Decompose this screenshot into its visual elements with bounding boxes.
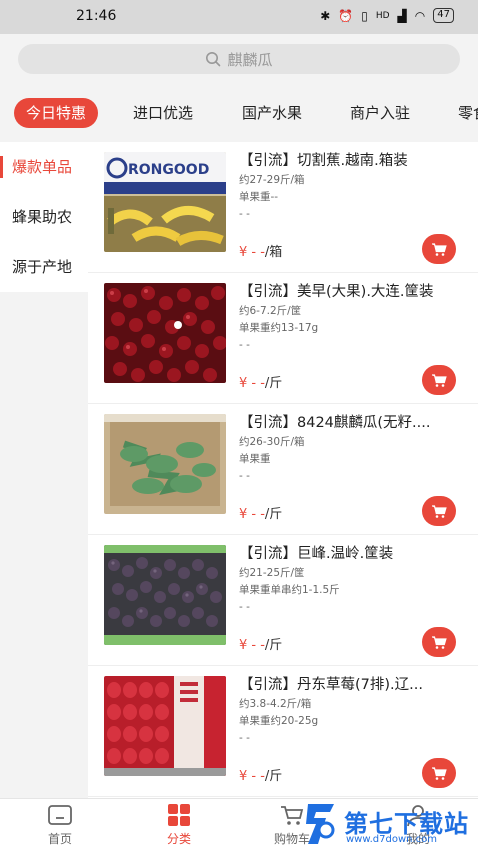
- cart-icon: [432, 504, 447, 518]
- product-spec: 约26-30斤/箱: [239, 436, 305, 448]
- product-weight: 单果重--: [239, 191, 279, 203]
- product-spec: 约6-7.2斤/筐: [239, 305, 302, 317]
- signal-label: HD: [375, 10, 390, 21]
- watermark: 第七下载站 www.d7down.com: [294, 800, 472, 850]
- cart-icon: [432, 635, 447, 649]
- tab-snacks[interactable]: 零食: [458, 98, 478, 128]
- category-tabs: 今日特惠 进口优选 国产水果 商户入驻 零食: [0, 84, 478, 142]
- product-card[interactable]: 【引流】巨峰.温岭.筐装 约21-25斤/筐 单果重单串约1-1.5斤 - - …: [88, 535, 478, 666]
- wifi-icon: ◠: [414, 8, 426, 23]
- product-image: [104, 283, 226, 383]
- product-price: ¥ - -/斤: [239, 765, 282, 784]
- status-time: 21:46: [76, 8, 117, 24]
- add-to-cart-button[interactable]: [422, 365, 456, 395]
- product-extra: - -: [239, 339, 250, 351]
- status-icons: ✱ ⏰ ▯ HD ▟ ◠ 47: [320, 8, 454, 23]
- product-weight: 单果重约13-17g: [239, 322, 319, 334]
- tab-domestic-fruit[interactable]: 国产水果: [242, 98, 302, 128]
- product-card[interactable]: 【引流】丹东草莓(7排).辽... 约3.8-4.2斤/箱 单果重约20-25g…: [88, 666, 478, 797]
- search-icon: [206, 52, 221, 67]
- tab-today-deals[interactable]: 今日特惠: [14, 98, 99, 128]
- product-info: 【引流】8424麒麟瓜(无籽.... 约26-30斤/箱 单果重 - -: [239, 412, 464, 485]
- product-weight: 单果重约20-25g: [239, 715, 319, 727]
- price-value: ¥ - -: [239, 245, 265, 260]
- sidebar-item-farm-help[interactable]: 蜂果助农: [0, 192, 88, 242]
- product-info: 【引流】丹东草莓(7排).辽... 约3.8-4.2斤/箱 单果重约20-25g…: [239, 674, 464, 747]
- product-title: 【引流】丹东草莓(7排).辽...: [239, 677, 423, 693]
- product-title: 【引流】美早(大果).大连.筐装: [239, 284, 434, 300]
- product-info: 【引流】巨峰.温岭.筐装 约21-25斤/筐 单果重单串约1-1.5斤 - -: [239, 543, 464, 616]
- bluetooth-icon: ✱: [320, 8, 331, 23]
- product-info: 【引流】美早(大果).大连.筐装 约6-7.2斤/筐 单果重约13-17g - …: [239, 281, 464, 354]
- sidebar-item-hot[interactable]: 爆款单品: [0, 142, 88, 192]
- product-weight: 单果重单串约1-1.5斤: [239, 584, 340, 596]
- home-icon: [48, 805, 72, 825]
- signal-icon: ▟: [397, 8, 407, 23]
- nav-category[interactable]: 分类: [149, 803, 209, 847]
- product-image: RONGOOD: [104, 152, 226, 252]
- search-input[interactable]: 麒麟瓜: [18, 44, 460, 74]
- battery-icon: 47: [433, 8, 454, 23]
- product-info: 【引流】切割蕉.越南.箱装 约27-29斤/箱 单果重-- - -: [239, 150, 464, 223]
- cart-icon: [432, 373, 447, 387]
- add-to-cart-button[interactable]: [422, 496, 456, 526]
- sidebar-item-origin[interactable]: 源于产地: [0, 242, 88, 292]
- price-value: ¥ - -: [239, 376, 265, 391]
- product-extra: - -: [239, 601, 250, 613]
- product-title: 【引流】8424麒麟瓜(无籽....: [239, 415, 431, 431]
- tab-merchant-join[interactable]: 商户入驻: [350, 98, 410, 128]
- mute-icon: ▯: [361, 8, 368, 23]
- price-unit: /斤: [264, 638, 283, 653]
- product-card[interactable]: RONGOOD 【引流】切割蕉.越南.箱装 约27-29斤/箱 单果重-- - …: [88, 142, 478, 273]
- product-price: ¥ - -/斤: [239, 372, 282, 391]
- price-unit: /斤: [264, 376, 283, 391]
- product-card[interactable]: 【引流】8424麒麟瓜(无籽.... 约26-30斤/箱 单果重 - - ¥ -…: [88, 404, 478, 535]
- product-price: ¥ - -/箱: [239, 241, 282, 260]
- product-image: [104, 414, 226, 514]
- alarm-icon: ⏰: [338, 8, 354, 23]
- category-icon: [168, 804, 190, 826]
- sidebar: 爆款单品 蜂果助农 源于产地: [0, 142, 88, 798]
- add-to-cart-button[interactable]: [422, 234, 456, 264]
- product-title: 【引流】巨峰.温岭.筐装: [239, 546, 394, 562]
- brand-text: RONGOOD: [128, 162, 209, 178]
- nav-category-label: 分类: [166, 832, 191, 846]
- product-title: 【引流】切割蕉.越南.箱装: [239, 153, 408, 169]
- product-list: RONGOOD 【引流】切割蕉.越南.箱装 约27-29斤/箱 单果重-- - …: [88, 142, 478, 798]
- product-price: ¥ - -/斤: [239, 503, 282, 522]
- product-extra: - -: [239, 208, 250, 220]
- nav-home-label: 首页: [47, 832, 72, 846]
- search-placeholder: 麒麟瓜: [227, 50, 273, 69]
- status-bar: 21:46 ✱ ⏰ ▯ HD ▟ ◠ 47: [0, 0, 478, 34]
- search-area: 麒麟瓜: [0, 34, 478, 84]
- watermark-url: www.d7down.com: [346, 834, 438, 845]
- price-unit: /斤: [264, 507, 283, 522]
- product-image: [104, 545, 226, 645]
- product-extra: - -: [239, 732, 250, 744]
- product-spec: 约3.8-4.2斤/箱: [239, 698, 312, 710]
- tab-imported[interactable]: 进口优选: [133, 98, 193, 128]
- price-value: ¥ - -: [239, 638, 265, 653]
- price-unit: /箱: [264, 245, 283, 260]
- product-weight: 单果重: [239, 453, 271, 465]
- add-to-cart-button[interactable]: [422, 627, 456, 657]
- watermark-logo-icon: [306, 804, 335, 844]
- add-to-cart-button[interactable]: [422, 758, 456, 788]
- product-spec: 约27-29斤/箱: [239, 174, 305, 186]
- price-unit: /斤: [264, 769, 283, 784]
- price-value: ¥ - -: [239, 507, 265, 522]
- price-value: ¥ - -: [239, 769, 265, 784]
- product-price: ¥ - -/斤: [239, 634, 282, 653]
- nav-home[interactable]: 首页: [30, 803, 90, 847]
- product-image: [104, 676, 226, 776]
- product-card[interactable]: 【引流】美早(大果).大连.筐装 约6-7.2斤/筐 单果重约13-17g - …: [88, 273, 478, 404]
- product-spec: 约21-25斤/筐: [239, 567, 305, 579]
- cart-icon: [432, 242, 447, 256]
- product-extra: - -: [239, 470, 250, 482]
- cart-icon: [432, 766, 447, 780]
